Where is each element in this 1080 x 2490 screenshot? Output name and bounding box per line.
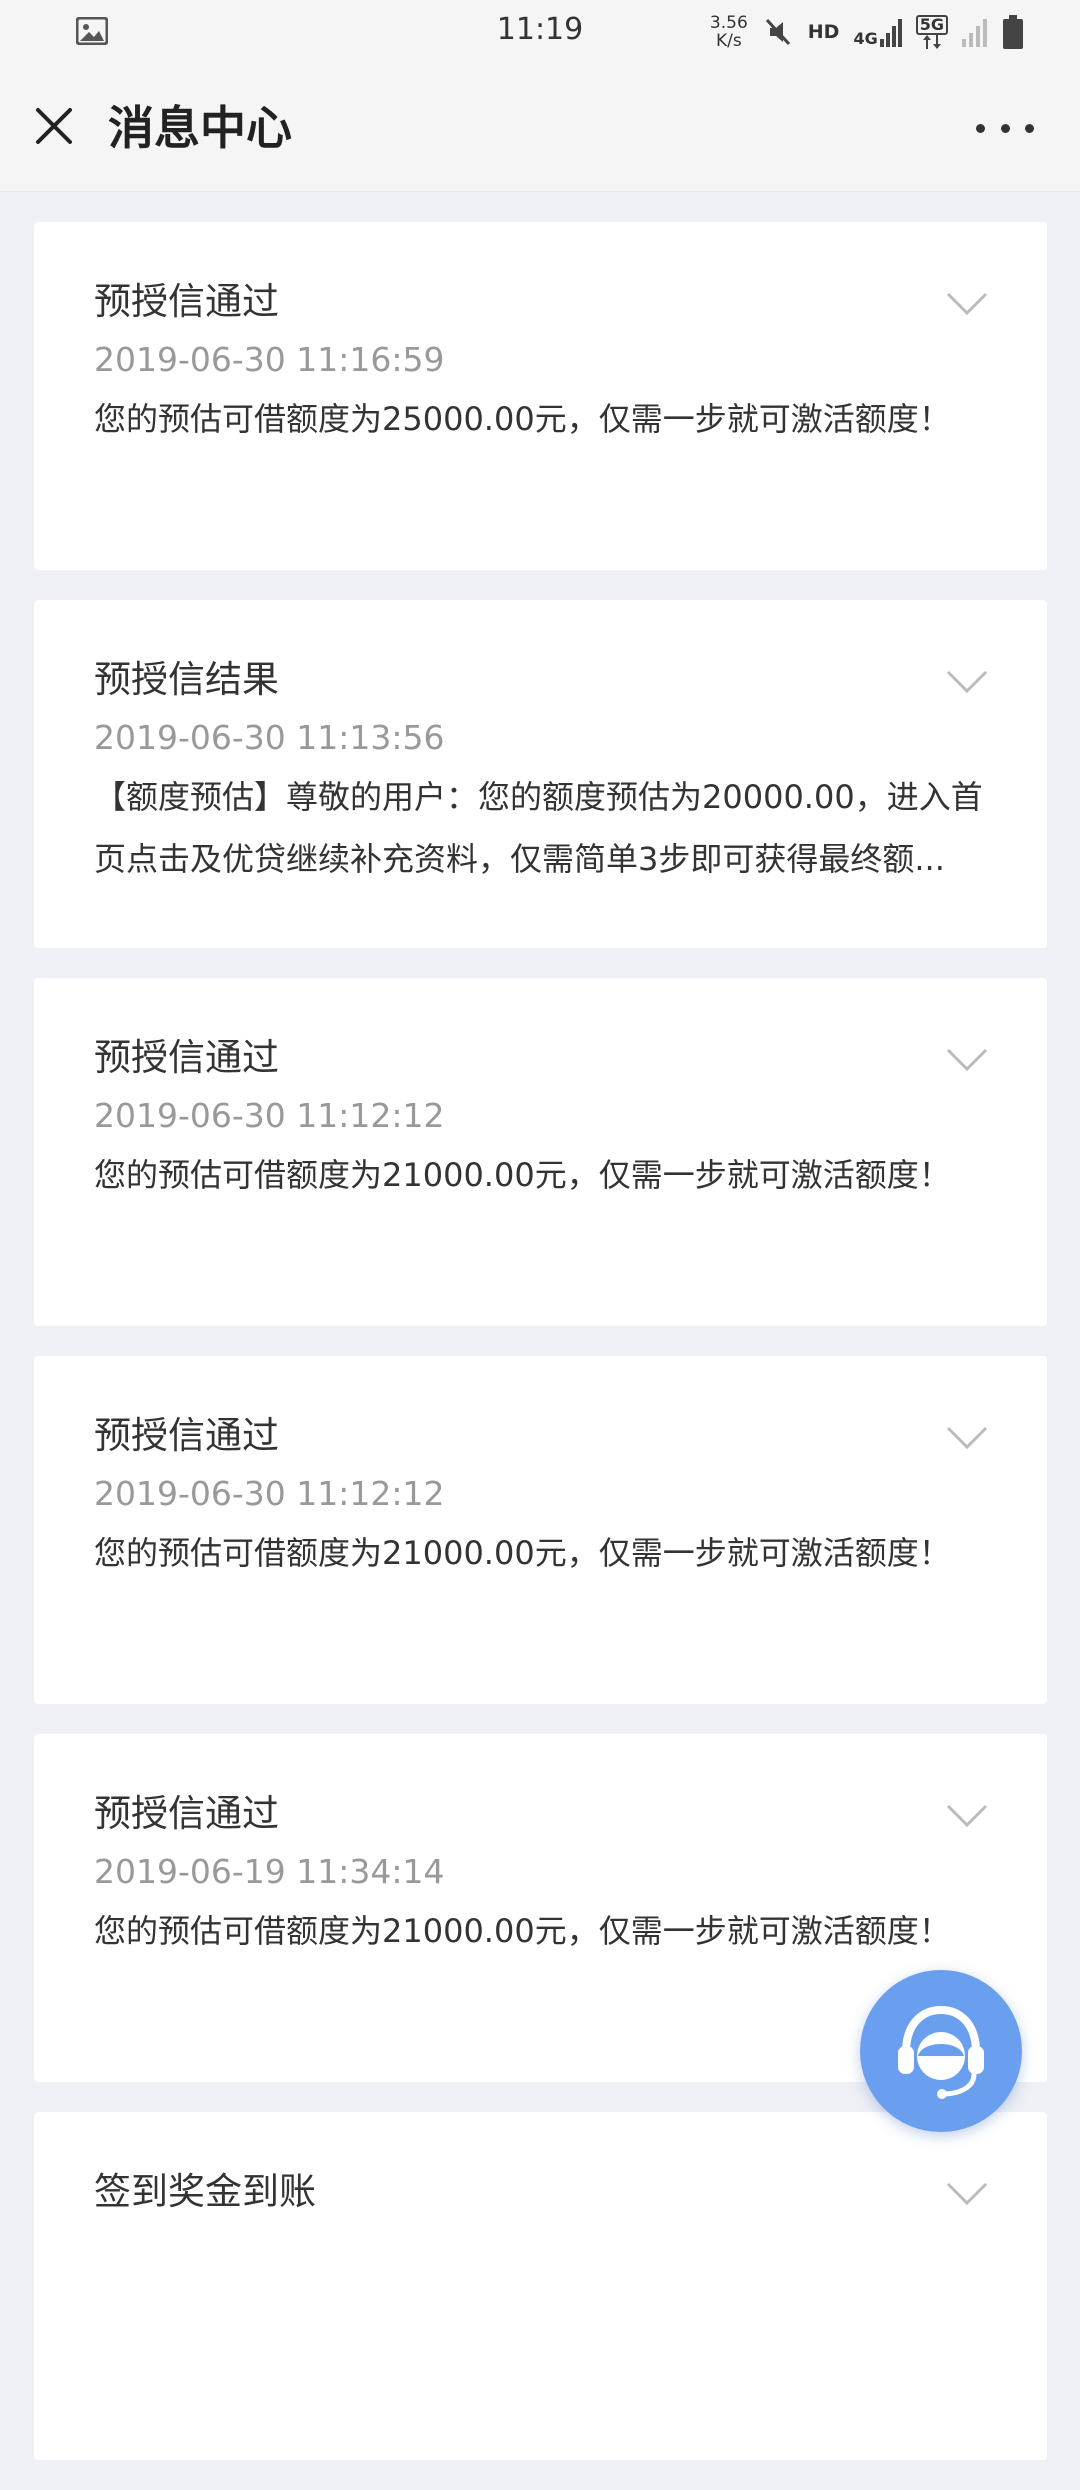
chevron-down-icon[interactable] — [945, 668, 989, 696]
message-card[interactable]: 预授信通过 2019-06-30 11:12:12 您的预估可借额度为21000… — [34, 978, 1047, 1326]
message-title: 预授信通过 — [94, 1414, 279, 1457]
chevron-down-icon[interactable] — [945, 1424, 989, 1452]
more-dot — [1025, 123, 1034, 133]
more-dot — [1000, 123, 1010, 133]
message-title: 预授信通过 — [94, 1036, 279, 1079]
close-icon[interactable] — [28, 100, 80, 152]
message-time: 2019-06-30 11:16:59 — [94, 340, 445, 379]
page-title: 消息中心 — [108, 101, 292, 155]
message-card[interactable]: 预授信通过 2019-06-30 11:16:59 您的预估可借额度为25000… — [34, 222, 1047, 570]
message-body: 您的预估可借额度为21000.00元，仅需一步就可激活额度！ — [94, 1912, 951, 1950]
signal-4g: 4G — [853, 17, 902, 48]
message-title: 预授信结果 — [94, 658, 279, 701]
status-indicators: 3.56 K/s HD 4G 5G — [710, 12, 1024, 52]
message-time: 2019-06-30 11:12:12 — [94, 1474, 445, 1513]
signal-icon — [879, 19, 902, 47]
battery-icon — [1003, 15, 1023, 49]
data-arrows-icon — [922, 35, 941, 49]
customer-service-button[interactable] — [860, 1970, 1022, 2132]
message-body: 您的预估可借额度为25000.00元，仅需一步就可激活额度！ — [94, 400, 951, 438]
message-body: 您的预估可借额度为21000.00元，仅需一步就可激活额度！ — [94, 1534, 951, 1572]
chevron-down-icon[interactable] — [945, 290, 989, 318]
mute-icon — [765, 18, 790, 46]
message-title: 预授信通过 — [94, 1792, 279, 1835]
message-card[interactable]: 签到奖金到账 — [34, 2112, 1047, 2460]
network-5g-label: 5G — [915, 15, 948, 35]
chevron-down-icon[interactable] — [945, 2180, 989, 2208]
signal-weak-icon — [962, 19, 987, 47]
message-body: 【额度预估】尊敬的用户：您的额度预估为20000.00，进入首页点击及优贷继续补… — [94, 778, 983, 878]
message-time: 2019-06-30 11:13:56 — [94, 718, 445, 757]
status-bar: 11:19 3.56 K/s HD 4G 5G — [0, 0, 1080, 64]
speed-unit: K/s — [715, 31, 742, 51]
signal-5g: 5G — [915, 15, 948, 49]
message-list: 预授信通过 2019-06-30 11:16:59 您的预估可借额度为25000… — [34, 222, 1047, 2490]
chevron-down-icon[interactable] — [945, 1802, 989, 1830]
chevron-down-icon[interactable] — [945, 1046, 989, 1074]
message-card[interactable]: 预授信通过 2019-06-30 11:12:12 您的预估可借额度为21000… — [34, 1356, 1047, 1704]
message-title: 预授信通过 — [94, 280, 279, 323]
speed-value: 3.56 — [709, 13, 748, 33]
network-4g-label: 4G — [853, 29, 878, 48]
more-icon[interactable] — [970, 106, 1040, 150]
message-time: 2019-06-30 11:12:12 — [94, 1096, 445, 1135]
hd-label: HD — [807, 21, 840, 43]
network-speed: 3.56 K/s — [710, 14, 748, 50]
message-card[interactable]: 预授信结果 2019-06-30 11:13:56 【额度预估】尊敬的用户：您的… — [34, 600, 1047, 948]
message-title: 签到奖金到账 — [94, 2170, 316, 2213]
more-dot — [976, 123, 985, 133]
message-time: 2019-06-19 11:34:14 — [94, 1852, 445, 1891]
message-body: 您的预估可借额度为21000.00元，仅需一步就可激活额度！ — [94, 1156, 951, 1194]
nav-bar: 消息中心 — [0, 64, 1080, 192]
customer-service-icon — [898, 2005, 984, 2099]
